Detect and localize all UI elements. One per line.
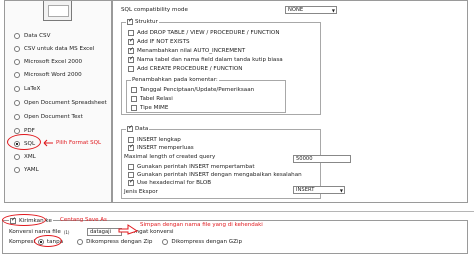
radio-word2000[interactable] [14, 71, 20, 78]
struktur-fieldset: Struktur Add DROP TABLE / VIEW / PROCEDU… [121, 17, 321, 115]
export-type-label: Jenis Ekspor [124, 189, 158, 195]
option-drop-table[interactable]: Add DROP TABLE / VIEW / PROCEDURE / FUNC… [128, 30, 280, 36]
dropdown-arrow-icon: ▼ [331, 8, 335, 13]
option-hex-blob[interactable]: Use hexadecimal for BLOB [128, 178, 211, 186]
radio-excel2000[interactable] [14, 58, 20, 65]
annotation-simpan-nama: Simpan dengan nama file yang di kehendak… [140, 222, 263, 228]
option-ignore-insert[interactable]: Gunakan perintah INSERT dengan mengabaik… [128, 172, 302, 178]
data-checkbox[interactable] [127, 124, 133, 132]
radio-latex[interactable] [14, 85, 20, 92]
option-relations[interactable]: Tabel Relasi [131, 96, 173, 102]
filename-input[interactable]: datagaji [87, 228, 122, 236]
option-delayed-insert[interactable]: Gunakan perintah INSERT mempertambat [128, 164, 255, 170]
annotation-arrow-icon [43, 139, 53, 147]
annotation-centang-save: Centang Save As [60, 217, 107, 223]
option-auto-increment[interactable]: Menambahkan nilai AUTO_INCREMENT [128, 46, 245, 54]
option-creation-dates[interactable]: Tanggal Penciptaan/Update/Pemeriksaan [131, 87, 254, 93]
checkbox-relations[interactable] [131, 96, 137, 102]
sql-highlight-ring [7, 134, 41, 150]
format-option-csv-excel[interactable]: CSV untuk data MS Excel [14, 44, 94, 53]
export-options-panel: SQL compatibility mode NONE▼ Struktur Ad… [112, 0, 468, 203]
format-option-word2000[interactable]: Microsoft Word 2000 [14, 70, 82, 79]
format-option-ods[interactable]: Open Document Spreadsheet [14, 98, 107, 107]
checkbox-delayed-insert[interactable] [128, 164, 134, 170]
max-query-label: Maximal length of created query [124, 154, 216, 160]
option-extended-insert[interactable]: INSERT memperluas [128, 143, 194, 151]
option-mime[interactable]: Tipe MIME [131, 105, 168, 111]
checkbox-drop-table[interactable] [128, 30, 134, 36]
annotation-arrow-filename-icon [118, 224, 139, 235]
export-icon [43, 1, 72, 21]
sql-compat-select[interactable]: NONE ▼ [285, 6, 337, 14]
annotation-pilih-sql: Pilih Format SQL [56, 140, 102, 146]
format-option-xml[interactable]: XML [14, 152, 36, 161]
sql-compat-row: SQL compatibility mode [121, 7, 188, 13]
filename-label: Konversi nama file (1) [9, 229, 70, 235]
radio-xml[interactable] [14, 153, 20, 160]
radio-ods[interactable] [14, 99, 20, 106]
comments-fieldset: Penambahkan pada komentar: Tanggal Penci… [126, 77, 286, 113]
checkbox-if-not-exists[interactable] [128, 37, 134, 45]
export-format-panel: Data CSV CSV untuk data MS Excel Microso… [4, 0, 112, 203]
radio-csv[interactable] [14, 32, 20, 39]
option-create-procedure[interactable]: Add CREATE PROCEDURE / FUNCTION [128, 66, 242, 72]
checkbox-mime[interactable] [131, 105, 137, 111]
checkbox-extended-insert[interactable] [128, 143, 134, 151]
radio-compress-zip[interactable] [77, 239, 84, 245]
checkbox-auto-increment[interactable] [128, 46, 134, 54]
checkbox-quote-names[interactable] [128, 55, 134, 63]
option-complete-insert[interactable]: INSERT lengkap [128, 137, 181, 143]
max-query-input[interactable]: 50000 [293, 155, 351, 163]
format-option-odt[interactable]: Open Document Text [14, 112, 83, 121]
struktur-checkbox[interactable] [127, 17, 133, 25]
data-fieldset: Data INSERT lengkap INSERT memperluas Ma… [121, 124, 321, 199]
radio-yaml[interactable] [14, 166, 20, 173]
send-highlight-ring [2, 214, 46, 226]
checkbox-create-procedure[interactable] [128, 66, 134, 72]
radio-compress-gzip[interactable] [162, 239, 169, 245]
struktur-legend[interactable]: Struktur [126, 17, 159, 25]
export-type-select[interactable]: INSERT ▼ [293, 186, 345, 194]
dropdown-arrow-icon: ▼ [339, 188, 343, 193]
compression-highlight-ring [34, 235, 62, 247]
format-option-latex[interactable]: LaTeX [14, 84, 40, 93]
radio-csv-excel[interactable] [14, 45, 20, 52]
comments-legend: Penambahkan pada komentar: [131, 77, 219, 83]
format-option-excel2000[interactable]: Microsoft Excel 2000 [14, 57, 82, 66]
format-option-csv[interactable]: Data CSV [14, 31, 50, 40]
checkbox-hex-blob[interactable] [128, 178, 134, 186]
radio-pdf[interactable] [14, 127, 20, 134]
format-option-yaml[interactable]: YAML [14, 165, 39, 174]
option-if-not-exists[interactable]: Add IF NOT EXISTS [128, 37, 190, 45]
radio-odt[interactable] [14, 113, 20, 120]
checkbox-creation-dates[interactable] [131, 87, 137, 93]
data-legend[interactable]: Data [126, 124, 150, 132]
option-quote-names[interactable]: Nama tabel dan nama field dalam tanda ku… [128, 55, 283, 63]
